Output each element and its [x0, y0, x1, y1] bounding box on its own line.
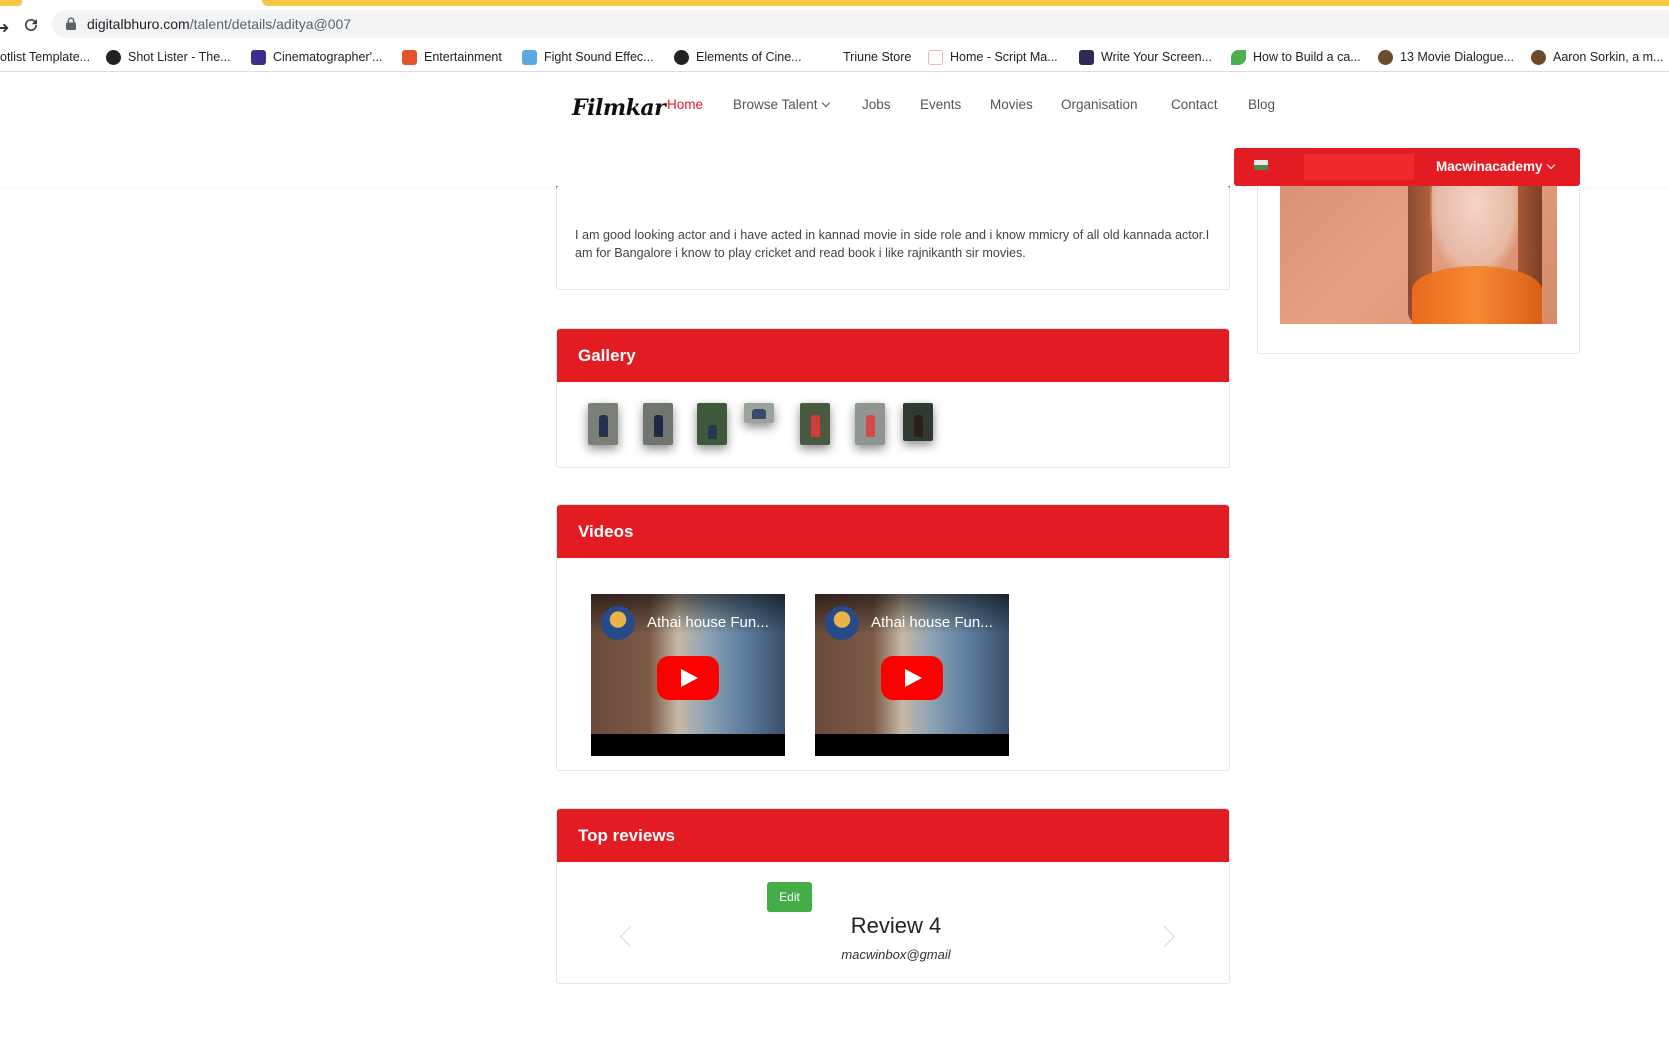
gallery-thumbnail[interactable]	[588, 403, 618, 445]
bookmark-item[interactable]: Elements of Cine...	[674, 47, 802, 67]
owl-icon	[1531, 49, 1546, 65]
nav-events[interactable]: Events	[920, 97, 961, 112]
bookmark-label: Entertainment	[424, 50, 502, 64]
gallery-card: Gallery	[556, 328, 1230, 468]
bookmark-item[interactable]: Write Your Screen...	[1079, 47, 1212, 67]
owl-icon	[1378, 49, 1393, 65]
video-title[interactable]: Athai house Fun...	[647, 614, 769, 631]
nav-home[interactable]: Home	[667, 97, 703, 112]
script-icon	[928, 49, 943, 65]
url-text[interactable]: digitalbhuro.com/talent/details/aditya@0…	[87, 16, 351, 32]
forward-arrow-icon[interactable]: ➜	[0, 18, 9, 38]
chevron-down-icon	[1546, 160, 1555, 170]
bookmark-label: Aaron Sorkin, a m...	[1553, 50, 1664, 64]
bookmark-label: 13 Movie Dialogue...	[1400, 50, 1514, 64]
bookmark-item[interactable]: Triune Store	[821, 47, 911, 67]
blank-icon	[821, 49, 836, 65]
channel-avatar-icon[interactable]	[601, 606, 635, 640]
user-menu-button[interactable]: Macwinacademy	[1234, 148, 1580, 186]
videos-title: Videos	[557, 505, 1229, 558]
bookmark-label: How to Build a ca...	[1253, 50, 1361, 64]
profile-photo-card	[1257, 186, 1580, 354]
bookmark-item[interactable]: Entertainment	[402, 47, 502, 67]
thumbnail-figure	[599, 415, 608, 437]
chevron-down-icon	[821, 98, 830, 108]
url-path: /talent/details/aditya@007	[189, 16, 352, 32]
photo-top	[1430, 186, 1520, 276]
nav-blog[interactable]: Blog	[1248, 97, 1275, 112]
gallery-thumbnail[interactable]	[744, 403, 774, 423]
video-embed[interactable]: Athai house Fun...	[591, 594, 785, 756]
thumbnail-figure	[654, 415, 663, 437]
bookmark-label: otlist Template...	[0, 50, 91, 64]
review-author: macwinbox@gmail	[841, 947, 951, 962]
bookmark-label: Home - Script Ma...	[950, 50, 1058, 64]
bookmark-label: Write Your Screen...	[1101, 50, 1212, 64]
bookmark-item[interactable]: Home - Script Ma...	[928, 47, 1058, 67]
url-host: digitalbhuro.com	[87, 16, 190, 32]
gallery-thumbnail[interactable]	[855, 403, 885, 445]
site-logo[interactable]: Filmkar	[572, 95, 666, 121]
videos-card: Videos Athai house Fun... Athai house Fu…	[556, 504, 1230, 771]
lock-icon	[66, 17, 76, 30]
nav-movies[interactable]: Movies	[990, 97, 1033, 112]
bookmark-item[interactable]: Fight Sound Effec...	[522, 47, 654, 67]
user-name: Macwinacademy	[1436, 159, 1555, 174]
g-icon	[522, 49, 537, 65]
bookmark-label: Shot Lister - The...	[128, 50, 231, 64]
gallery-thumbnail[interactable]	[697, 403, 727, 445]
reload-icon[interactable]	[22, 16, 40, 34]
reviews-title: Top reviews	[557, 809, 1229, 862]
photo-skirt	[1412, 266, 1542, 324]
square-icon	[1079, 49, 1094, 65]
bookmark-item[interactable]: How to Build a ca...	[1231, 47, 1361, 67]
about-text: I am good looking actor and i have acted…	[575, 228, 1210, 260]
bookmark-item[interactable]: 13 Movie Dialogue...	[1378, 47, 1514, 67]
nav-jobs[interactable]: Jobs	[862, 97, 891, 112]
bookmarks-bar: otlist Template... Shot Lister - The... …	[0, 42, 1669, 72]
thumbnail-figure	[811, 415, 820, 437]
bookmark-label: Elements of Cine...	[696, 50, 802, 64]
video-embed[interactable]: Athai house Fun...	[815, 594, 1009, 756]
globe-icon	[106, 49, 121, 65]
bookmark-item[interactable]: Aaron Sorkin, a m...	[1531, 47, 1663, 67]
bookmark-label: Fight Sound Effec...	[544, 50, 654, 64]
thumbnail-figure	[866, 415, 875, 437]
bookmark-label: Cinematographer'...	[273, 50, 383, 64]
avatar-icon	[1254, 160, 1268, 170]
gallery-title: Gallery	[557, 329, 1229, 382]
thumbnail-figure	[752, 409, 766, 419]
nav-browse-talent[interactable]: Browse Talent	[733, 97, 830, 112]
video-title[interactable]: Athai house Fun...	[871, 614, 993, 631]
browser-toolbar: ➜ digitalbhuro.com/talent/details/aditya…	[0, 6, 1669, 42]
thumbnail-figure	[914, 415, 923, 437]
thumbnail-figure	[708, 425, 717, 439]
channel-avatar-icon[interactable]	[825, 606, 859, 640]
user-name-label: Macwinacademy	[1436, 159, 1543, 174]
bookmark-item[interactable]: Cinematographer'...	[251, 47, 382, 67]
nav-browse-talent-label: Browse Talent	[733, 97, 818, 112]
profile-photo	[1280, 186, 1557, 324]
gallery-thumbnail[interactable]	[800, 403, 830, 445]
nav-organisation[interactable]: Organisation	[1061, 97, 1138, 112]
play-button-icon[interactable]	[881, 656, 943, 700]
bookmark-item[interactable]: otlist Template...	[0, 47, 90, 67]
redacted-area	[1304, 154, 1414, 180]
review-title: Review 4	[850, 913, 942, 938]
play-button-icon[interactable]	[657, 656, 719, 700]
bookmark-label: Triune Store	[843, 50, 912, 64]
leaf-icon	[1231, 49, 1246, 65]
reviews-card: Top reviews Edit Review 4 macwinbox@gmai…	[556, 808, 1230, 984]
edit-review-button[interactable]: Edit	[767, 882, 812, 912]
gallery-thumbnail[interactable]	[903, 403, 933, 441]
nav-contact[interactable]: Contact	[1171, 97, 1218, 112]
bookmark-item[interactable]: Shot Lister - The...	[106, 47, 231, 67]
globe-icon	[674, 49, 689, 65]
carousel-next-icon[interactable]	[1151, 925, 1173, 947]
about-card: I am good looking actor and i have acted…	[556, 186, 1230, 290]
address-bar[interactable]: digitalbhuro.com/talent/details/aditya@0…	[52, 10, 1669, 38]
film-icon	[251, 49, 266, 65]
gallery-thumbnail[interactable]	[643, 403, 673, 445]
s-icon	[402, 49, 417, 65]
